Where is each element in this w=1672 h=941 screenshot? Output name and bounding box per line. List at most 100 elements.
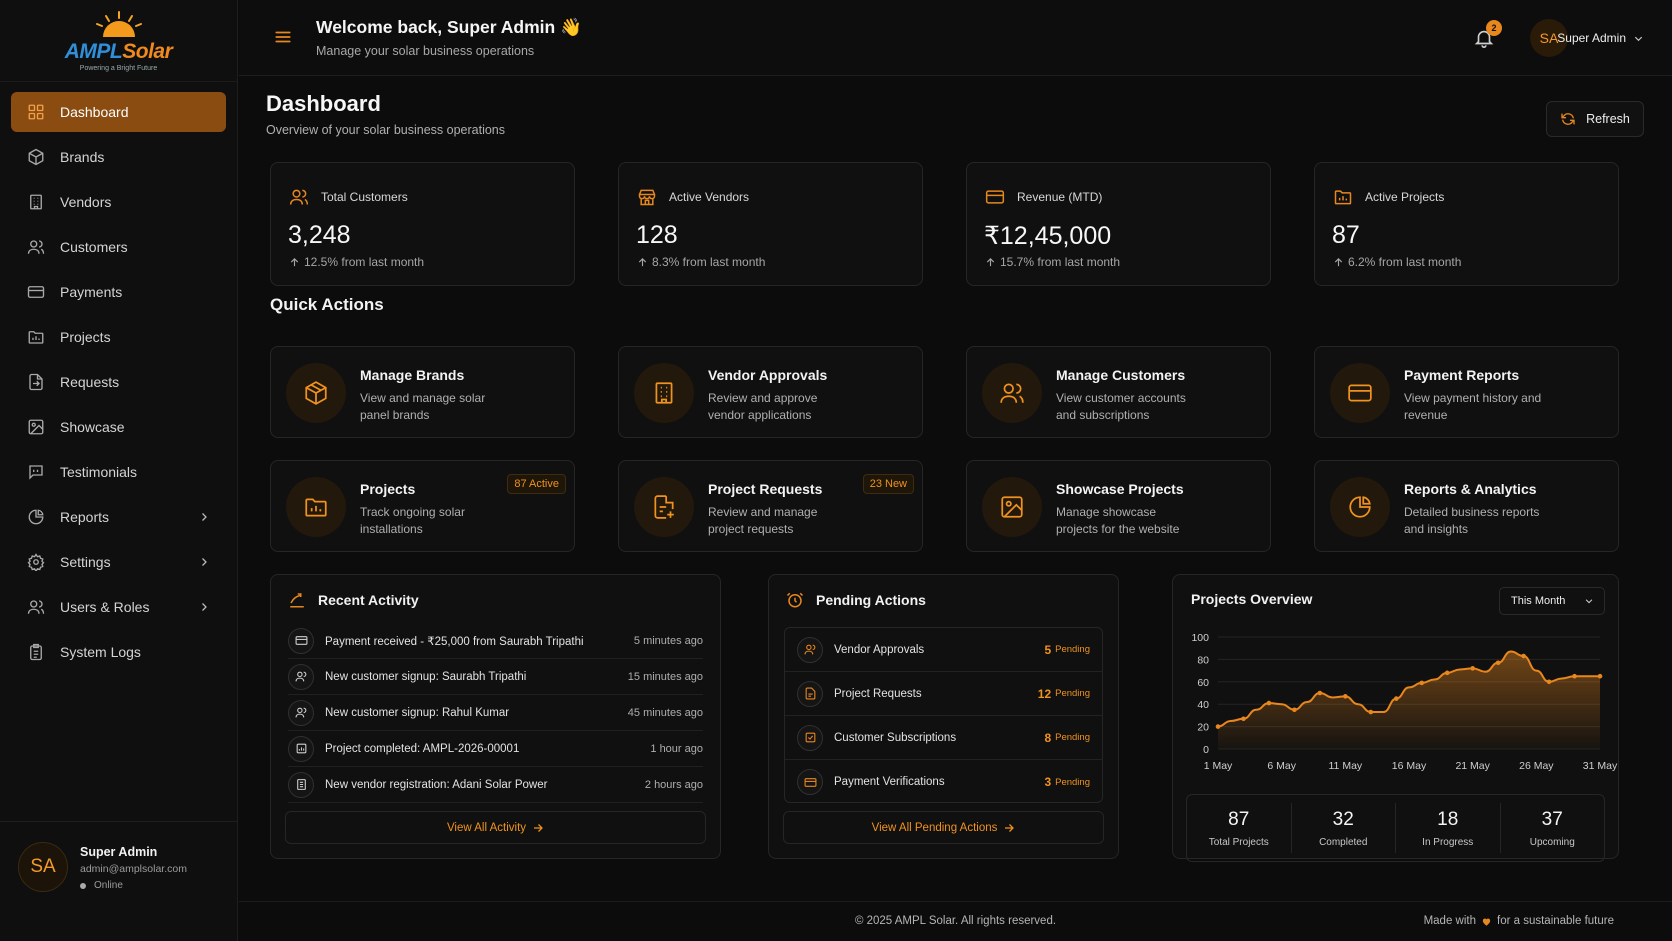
list-item[interactable]: New vendor registration: Adani Solar Pow… [288, 767, 703, 803]
data-point [1521, 653, 1526, 659]
menu-icon[interactable] [273, 28, 293, 46]
stat-trend: 6.2% from last month [1333, 255, 1461, 269]
stat-trend: 12.5% from last month [289, 255, 424, 269]
folder-chart-icon [1334, 190, 1352, 205]
data-point [1317, 690, 1323, 696]
quick-action-projects[interactable]: Projects Track ongoing solar installatio… [270, 460, 575, 552]
quick-action-manage-brands[interactable]: Manage Brands View and manage solar pane… [270, 346, 575, 438]
list-item[interactable]: New customer signup: Rahul Kumar 45 minu… [288, 695, 703, 731]
sidebar-item-system-logs[interactable]: System Logs [11, 632, 226, 672]
view-all-pending-link[interactable]: View All Pending Actions [783, 811, 1104, 844]
list-item[interactable]: Vendor Approvals 5 Pending [785, 628, 1102, 672]
sidebar-item-projects[interactable]: Projects [11, 317, 226, 357]
quick-action-desc: Review and manage project requests [708, 505, 818, 536]
list-item[interactable]: New customer signup: Saurabh Tripathi 15… [288, 659, 703, 695]
header-user-name[interactable]: Super Admin [1557, 31, 1626, 45]
sidebar-item-settings[interactable]: Settings [11, 542, 226, 582]
sidebar-item-payments[interactable]: Payments [11, 272, 226, 312]
pending-status: Pending [1055, 644, 1090, 655]
welcome-title: Welcome back, Super Admin 👋 [316, 17, 582, 37]
card-icon [1348, 384, 1372, 402]
stat-card-vendors[interactable]: Active Vendors 128 8.3% from last month [618, 162, 923, 286]
list-item[interactable]: Payment Verifications 3 Pending [785, 760, 1102, 804]
x-tick-label: 1 May [1204, 760, 1233, 772]
sidebar-item-reports[interactable]: Reports [11, 497, 226, 537]
sidebar-item-users-roles[interactable]: Users & Roles [11, 587, 226, 627]
list-item[interactable]: Payment received - ₹25,000 from Saurabh … [288, 623, 703, 659]
chevron-down-icon[interactable] [1633, 33, 1644, 44]
y-tick-label: 20 [1197, 722, 1209, 734]
period-select[interactable]: This Month [1499, 587, 1605, 615]
footer: © 2025 AMPL Solar. All rights reserved. … [239, 901, 1672, 941]
store-icon [638, 189, 656, 206]
overview-stat-value: 32 [1332, 808, 1354, 830]
user-email: admin@amplsolar.com [80, 863, 187, 875]
arrow-up-icon [986, 257, 995, 266]
quick-action-desc: View customer accounts and subscriptions [1056, 391, 1186, 422]
folder-chart-icon [296, 743, 306, 754]
list-item[interactable]: Project Requests 12 Pending [785, 672, 1102, 716]
data-point [1470, 666, 1475, 671]
quick-action-project-requests[interactable]: Project Requests Review and manage proje… [618, 460, 923, 552]
data-point [1215, 724, 1221, 729]
activity-time: 2 hours ago [644, 778, 703, 791]
list-item[interactable]: Customer Subscriptions 8 Pending [785, 716, 1102, 760]
stat-value: 87 [1332, 221, 1360, 249]
x-tick-label: 21 May [1455, 760, 1490, 772]
quick-action-payment-reports[interactable]: Payment Reports View payment history and… [1314, 346, 1619, 438]
view-all-activity-link[interactable]: View All Activity [285, 811, 706, 844]
chevron-right-icon [202, 513, 207, 521]
box-icon [28, 148, 44, 166]
sidebar-item-testimonials[interactable]: Testimonials [11, 452, 226, 492]
sidebar-user-card[interactable]: SA Super Admin admin@amplsolar.com Onlin… [0, 821, 237, 941]
list-item[interactable]: Project completed: AMPL-2026-00001 1 hou… [288, 731, 703, 767]
overview-stat-total: 87 Total Projects [1187, 803, 1292, 853]
stat-card-customers[interactable]: Total Customers 3,248 12.5% from last mo… [270, 162, 575, 286]
file-arrow-icon [29, 373, 43, 391]
sidebar-item-label: Projects [60, 329, 111, 345]
quick-action-reports-analytics[interactable]: Reports & Analytics Detailed business re… [1314, 460, 1619, 552]
activity-text: New vendor registration: Adani Solar Pow… [325, 778, 548, 791]
status-badge: 87 Active [507, 474, 566, 494]
stat-card-projects[interactable]: Active Projects 87 6.2% from last month [1314, 162, 1619, 286]
quick-action-desc: Manage showcase projects for the website [1056, 505, 1180, 536]
overview-stat-value: 37 [1541, 808, 1563, 830]
sidebar-item-dashboard[interactable]: Dashboard [11, 92, 226, 132]
overview-stat-in-progress: 18 In Progress [1396, 803, 1501, 853]
refresh-button[interactable]: Refresh [1546, 101, 1644, 137]
quick-action-vendor-approvals[interactable]: Vendor Approvals Review and approve vend… [618, 346, 923, 438]
main-content: Dashboard Overview of your solar busines… [239, 77, 1672, 941]
stat-card-revenue[interactable]: Revenue (MTD) ₹12,45,000 15.7% from last… [966, 162, 1271, 286]
overview-stat-upcoming: 37 Upcoming [1501, 803, 1605, 853]
sidebar-item-label: Requests [60, 374, 120, 390]
file-plus-icon [654, 495, 674, 519]
folder-chart-icon [305, 498, 327, 517]
sidebar-item-brands[interactable]: Brands [11, 137, 226, 177]
brand-logo[interactable]: AMPLSolar Powering a Bright Future [0, 0, 237, 82]
quick-action-desc: View payment history and revenue [1404, 391, 1542, 422]
data-point [1495, 660, 1501, 666]
quick-action-title: Project Requests [708, 481, 823, 497]
image-icon [1001, 496, 1023, 518]
quick-action-desc: View and manage solar panel brands [360, 391, 486, 422]
arrow-up-icon [638, 257, 647, 266]
users-icon [295, 707, 306, 718]
sidebar-item-customers[interactable]: Customers [11, 227, 226, 267]
quick-action-showcase-projects[interactable]: Showcase Projects Manage showcase projec… [966, 460, 1271, 552]
pending-status: Pending [1055, 776, 1090, 788]
y-tick-label: 100 [1191, 632, 1209, 644]
chevron-down-icon [1585, 599, 1593, 604]
card-icon [27, 286, 45, 298]
pending-status: Pending [1055, 688, 1090, 699]
sidebar-item-showcase[interactable]: Showcase [11, 407, 226, 447]
avatar: SA [18, 842, 68, 892]
sidebar-item-requests[interactable]: Requests [11, 362, 226, 402]
quick-action-manage-customers[interactable]: Manage Customers View customer accounts … [966, 346, 1271, 438]
pending-status: Pending [1055, 732, 1090, 743]
sidebar-item-vendors[interactable]: Vendors [11, 182, 226, 222]
sidebar-item-label: Reports [60, 509, 110, 525]
users-icon [289, 189, 309, 205]
quick-action-title: Vendor Approvals [708, 367, 828, 383]
sidebar-item-label: Brands [60, 149, 105, 165]
footer-made-with: Made with for a sustainable future [1423, 915, 1614, 927]
